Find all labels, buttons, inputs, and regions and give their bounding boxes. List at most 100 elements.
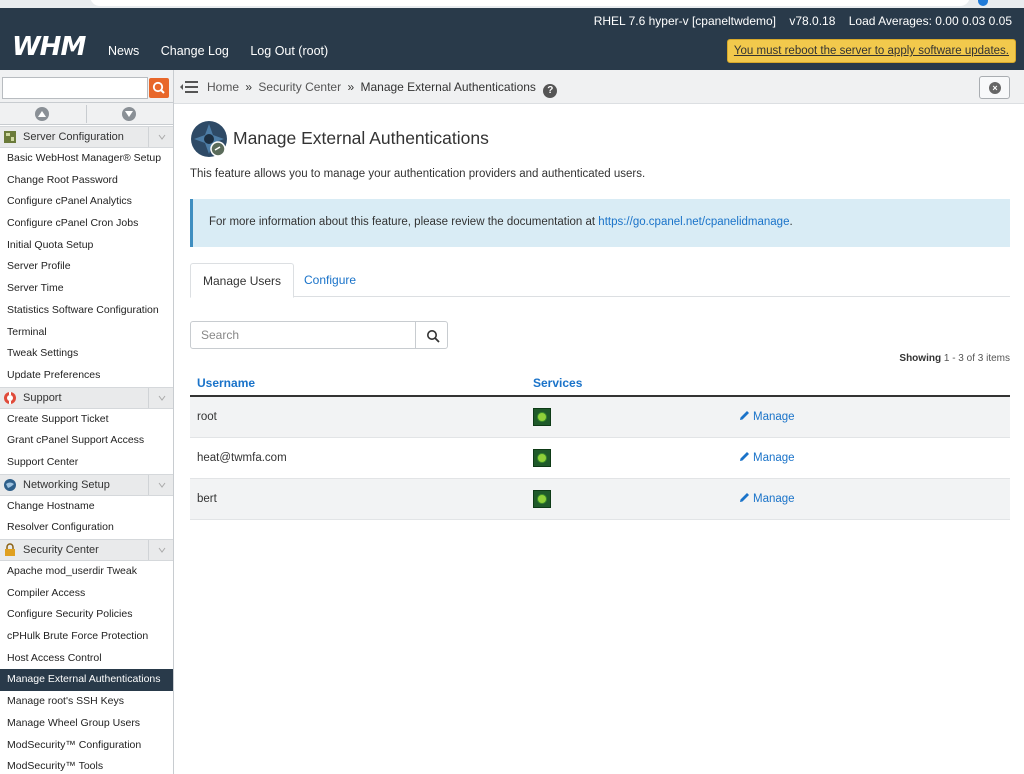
sidebar-item-configure-cpanel-cron-jobs[interactable]: Configure cPanel Cron Jobs <box>0 213 173 235</box>
logout-link[interactable]: Log Out (root) <box>250 44 328 58</box>
sidebar-item-modsecurity-tools[interactable]: ModSecurity™ Tools <box>0 756 173 774</box>
sidebar-item-update-preferences[interactable]: Update Preferences <box>0 365 173 387</box>
table-row: root Manage <box>190 396 1010 438</box>
users-table: Username Services root Manage heat@twmfa.c… <box>190 370 1010 520</box>
chevron-up-icon <box>38 111 46 117</box>
menu-toggle-icon[interactable] <box>180 81 198 93</box>
chevron-down-icon <box>158 482 166 488</box>
search-icon <box>152 81 165 94</box>
sidebar-item-change-hostname[interactable]: Change Hostname <box>0 496 173 518</box>
username-cell: bert <box>190 478 526 520</box>
page-description: This feature allows you to manage your a… <box>190 168 646 180</box>
table-header-row: Username Services <box>190 370 1010 397</box>
tab-manage-users[interactable]: Manage Users <box>190 263 295 298</box>
server-version: v78.0.18 <box>789 14 836 28</box>
manage-button[interactable]: Manage <box>739 452 795 464</box>
sidebar-item-resolver-configuration[interactable]: Resolver Configuration <box>0 517 173 539</box>
sidebar-category-support[interactable]: Support <box>0 386 173 409</box>
services-cell <box>526 437 732 479</box>
sidebar-item-terminal[interactable]: Terminal <box>0 322 173 344</box>
sidebar-search-button[interactable] <box>149 78 169 98</box>
sidebar-item-grant-cpanel-support-access[interactable]: Grant cPanel Support Access <box>0 430 173 452</box>
column-header-actions <box>732 370 1010 397</box>
external-auth-page-icon <box>191 121 227 157</box>
pagination-summary: Showing 1 - 3 of 3 items <box>899 353 1010 364</box>
sidebar-item-initial-quota-setup[interactable]: Initial Quota Setup <box>0 235 173 257</box>
sidebar-item-host-access-control[interactable]: Host Access Control <box>0 648 173 670</box>
news-link[interactable]: News <box>108 44 139 58</box>
breadcrumb: Home » Security Center » Manage External… <box>207 80 558 98</box>
manage-button[interactable]: Manage <box>739 493 795 505</box>
security-lock-icon <box>3 543 17 557</box>
sidebar-item-tweak-settings[interactable]: Tweak Settings <box>0 343 173 365</box>
server-os: RHEL 7.6 hyper-v [cpaneltwdemo] <box>593 14 777 28</box>
sidebar-item-manage-root-s-ssh-keys[interactable]: Manage root's SSH Keys <box>0 691 173 713</box>
showing-range: 1 - 3 of 3 items <box>943 353 1010 364</box>
manage-button[interactable]: Manage <box>739 411 795 423</box>
documentation-link[interactable]: https://go.cpanel.net/cpanelidmanage <box>598 216 789 228</box>
category-collapse-toggle[interactable] <box>148 387 173 408</box>
sidebar-item-manage-wheel-group-users[interactable]: Manage Wheel Group Users <box>0 713 173 735</box>
sidebar-category-security-center[interactable]: Security Center <box>0 539 173 561</box>
change-log-link[interactable]: Change Log <box>161 44 229 58</box>
sidebar-item-configure-cpanel-analytics[interactable]: Configure cPanel Analytics <box>0 191 173 213</box>
sidebar-item-modsecurity-configuration[interactable]: ModSecurity™ Configuration <box>0 735 173 757</box>
collapse-all-button[interactable] <box>0 103 86 125</box>
sidebar-item-apache-mod-userdir-tweak[interactable]: Apache mod_userdir Tweak <box>0 561 173 583</box>
actions-cell: Manage <box>732 396 1010 438</box>
column-header-username[interactable]: Username <box>190 370 526 397</box>
actions-cell: Manage <box>732 437 1010 479</box>
username-cell: root <box>190 396 526 438</box>
help-icon[interactable]: ? <box>543 84 558 98</box>
breadcrumb-current: Manage External Authentications <box>360 80 536 94</box>
close-page-button[interactable]: × <box>979 76 1010 99</box>
users-search-button[interactable] <box>415 321 448 349</box>
table-row: heat@twmfa.com Manage <box>190 437 1010 479</box>
page-title: Manage External Authentications <box>233 128 489 148</box>
sidebar-search-row <box>0 70 173 103</box>
sidebar-item-create-support-ticket[interactable]: Create Support Ticket <box>0 409 173 431</box>
chevron-down-icon <box>158 547 166 553</box>
username-cell: heat@twmfa.com <box>190 437 526 479</box>
sidebar-item-basic-webhost-manager-setup[interactable]: Basic WebHost Manager® Setup <box>0 148 173 170</box>
column-header-services[interactable]: Services <box>526 370 732 397</box>
table-row: bert Manage <box>190 478 1010 520</box>
whm-logo[interactable]: WHM <box>12 32 86 62</box>
sidebar-item-cphulk-brute-force-protection[interactable]: cPHulk Brute Force Protection <box>0 626 173 648</box>
sidebar-search-input[interactable] <box>2 77 148 99</box>
sidebar: Server Configuration Basic WebHost Manage… <box>0 70 174 774</box>
breadcrumb-security-center[interactable]: Security Center <box>258 80 341 94</box>
support-lifebuoy-icon <box>3 391 17 405</box>
load-averages: Load Averages: 0.00 0.03 0.05 <box>848 14 1012 28</box>
sidebar-item-server-profile[interactable]: Server Profile <box>0 256 173 278</box>
sidebar-item-manage-external-authentications[interactable]: Manage External Authentications <box>0 669 173 692</box>
reboot-notice-link[interactable]: You must reboot the server to apply soft… <box>726 39 1016 63</box>
showing-label: Showing <box>899 353 942 364</box>
sidebar-category-server-configuration[interactable]: Server Configuration <box>0 126 173 148</box>
close-icon: × <box>989 82 1001 94</box>
server-config-icon <box>3 130 17 144</box>
category-collapse-toggle[interactable] <box>148 127 173 147</box>
tab-configure[interactable]: Configure <box>292 263 368 297</box>
sidebar-category-networking-setup[interactable]: Networking Setup <box>0 473 173 496</box>
sidebar-nav-list: Server Configuration Basic WebHost Manage… <box>0 126 173 774</box>
sidebar-item-server-time[interactable]: Server Time <box>0 278 173 300</box>
category-collapse-toggle[interactable] <box>148 474 173 495</box>
expand-all-button[interactable] <box>87 103 173 125</box>
chevron-down-icon <box>158 134 166 140</box>
breadcrumb-home[interactable]: Home <box>207 80 239 94</box>
sidebar-item-configure-security-policies[interactable]: Configure Security Policies <box>0 604 173 626</box>
browser-indicator-icon <box>978 0 988 6</box>
cpanelid-service-icon <box>533 489 551 508</box>
sidebar-item-compiler-access[interactable]: Compiler Access <box>0 583 173 605</box>
sidebar-item-statistics-software-configuration[interactable]: Statistics Software Configuration <box>0 300 173 322</box>
users-search-input[interactable] <box>190 321 416 349</box>
search-icon <box>427 330 440 343</box>
users-search-group <box>190 321 448 349</box>
chevron-down-icon <box>158 395 166 401</box>
category-collapse-toggle[interactable] <box>148 540 173 560</box>
whm-header: RHEL 7.6 hyper-v [cpaneltwdemo] v78.0.18… <box>0 8 1024 70</box>
sidebar-item-support-center[interactable]: Support Center <box>0 452 173 474</box>
networking-globe-icon <box>3 478 17 492</box>
sidebar-item-change-root-password[interactable]: Change Root Password <box>0 170 173 192</box>
